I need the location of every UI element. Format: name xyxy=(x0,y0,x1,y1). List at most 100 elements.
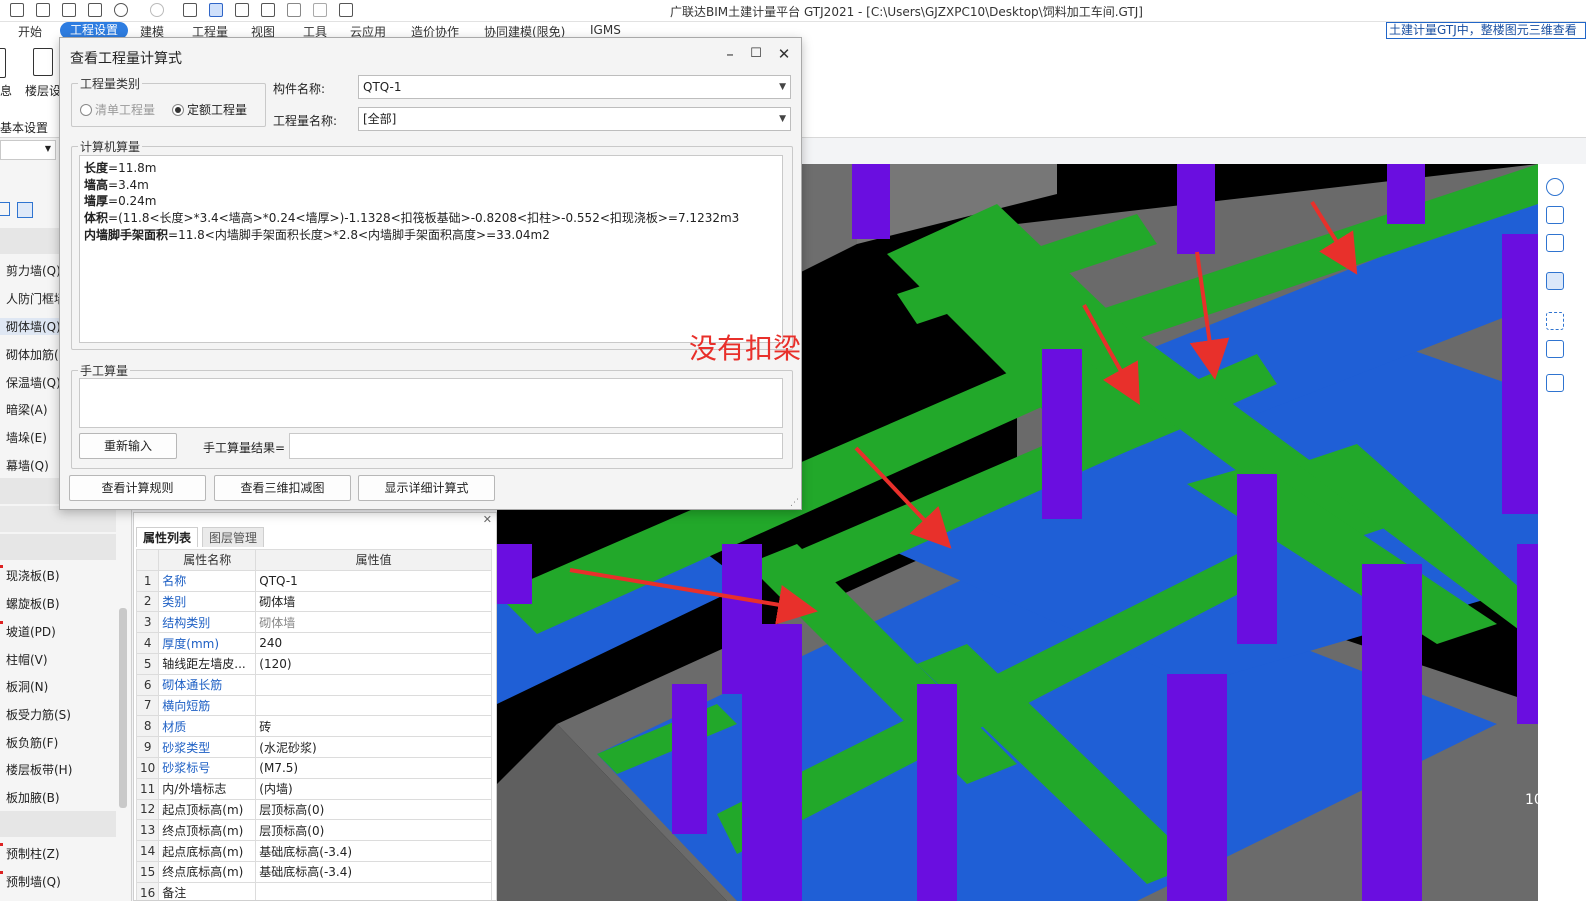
resize-grip-icon[interactable]: ⋰ xyxy=(790,498,799,508)
table-row[interactable]: 14 起点底标高(m) 基础底标高(-3.4) xyxy=(135,840,492,862)
close-icon[interactable]: ✕ xyxy=(774,44,794,64)
2d-view-icon[interactable] xyxy=(1546,206,1564,224)
property-value[interactable]: 基础底标高(-3.4) xyxy=(255,840,492,862)
table-row[interactable]: 16 备注 xyxy=(135,881,492,900)
open-folder-icon[interactable] xyxy=(62,3,76,17)
computed-formula-box[interactable]: 长度=11.8m 墙高=3.4m 墙厚=0.24m 体积=(11.8<长度>*3.4<… xyxy=(79,155,783,343)
property-value[interactable]: 砌体墙 xyxy=(255,590,492,613)
tree-item[interactable]: 砌体加筋( xyxy=(6,346,59,363)
pen-icon[interactable] xyxy=(287,3,301,17)
property-value[interactable]: QTQ-1 xyxy=(255,569,492,592)
radio-quota-quantity[interactable]: 定额工程量 xyxy=(172,101,247,118)
tree-item[interactable]: 剪力墙(Q) xyxy=(6,262,61,279)
tree-item[interactable]: 预制柱(Z) xyxy=(6,845,60,862)
ribbon-label-info[interactable]: 息 xyxy=(0,82,12,99)
close-icon[interactable]: ✕ xyxy=(483,513,492,526)
dynamic-observe-icon[interactable] xyxy=(1546,178,1564,196)
tree-filter-dropdown[interactable]: ▼ xyxy=(0,140,56,160)
property-value[interactable]: (M7.5) xyxy=(255,756,492,779)
table-row[interactable]: 2 类别 砌体墙 xyxy=(135,590,492,613)
maximize-icon[interactable]: ☐ xyxy=(746,44,766,64)
table-row[interactable]: 15 终点底标高(m) 基础底标高(-3.4) xyxy=(135,860,492,883)
table-row[interactable]: 12 起点顶标高(m) 层顶标高(0) xyxy=(135,798,492,821)
ribbon-icon-info[interactable] xyxy=(0,48,6,78)
tree-item[interactable]: 板洞(N) xyxy=(6,678,48,695)
undo-icon[interactable] xyxy=(114,3,128,17)
table-row[interactable]: 1 名称 QTQ-1 xyxy=(135,569,492,592)
table-row[interactable]: 13 终点顶标高(m) 层顶标高(0) xyxy=(135,819,492,842)
tree-item[interactable]: 墙垛(E) xyxy=(6,429,47,446)
property-value[interactable] xyxy=(255,881,492,900)
table-row[interactable]: 9 砂浆类型 (水泥砂浆) xyxy=(135,736,492,758)
table-row[interactable]: 5 轴线距左墙皮... (120) xyxy=(135,652,492,675)
manual-result-field[interactable] xyxy=(289,433,783,459)
table-row[interactable]: 10 砂浆标号 (M7.5) xyxy=(135,756,492,779)
property-value[interactable]: (水泥砂浆) xyxy=(255,736,492,758)
property-value[interactable]: 砌体墙 xyxy=(255,611,492,634)
menu-0[interactable]: 开始 xyxy=(18,23,42,40)
radio-list-quantity[interactable]: 清单工程量 xyxy=(80,101,155,118)
tree-item[interactable]: 人防门框墙 xyxy=(6,290,66,307)
tree-scrollbar[interactable] xyxy=(119,608,127,808)
table-row[interactable]: 7 横向短筋 xyxy=(135,694,492,717)
settings-list-icon[interactable] xyxy=(1546,374,1564,392)
tree-item[interactable]: 柱帽(V) xyxy=(6,651,48,668)
view-3d-deduction-button[interactable]: 查看三维扣减图 xyxy=(214,475,351,501)
table-row[interactable]: 6 砌体通长筋 xyxy=(135,673,492,696)
table-row[interactable]: 8 材质砖 xyxy=(135,715,492,738)
tree-item[interactable]: 保温墙(Q) xyxy=(6,374,61,391)
redo-icon[interactable] xyxy=(150,3,164,17)
3d-view-icon[interactable] xyxy=(1546,234,1564,252)
new-file-icon[interactable] xyxy=(36,3,50,17)
view-rules-button[interactable]: 查看计算规则 xyxy=(69,475,206,501)
tab-property-list[interactable]: 属性列表 xyxy=(136,527,199,547)
menu-9[interactable]: IGMS xyxy=(590,23,621,37)
property-value[interactable] xyxy=(255,694,492,717)
tree-item[interactable]: 坡道(PD) xyxy=(6,623,56,640)
copy-icon[interactable] xyxy=(339,3,353,17)
property-value[interactable]: 层顶标高(0) xyxy=(255,819,492,842)
tree-item[interactable]: 暗梁(A) xyxy=(6,401,48,418)
component-select[interactable]: QTQ-1 ▼ xyxy=(358,75,791,99)
tab-layer-management[interactable]: 图层管理 xyxy=(202,527,265,547)
calc-formula-icon[interactable] xyxy=(209,3,223,17)
table-row[interactable]: 11 内/外墙标志 (内墙) xyxy=(135,777,492,800)
view-cube-icon[interactable] xyxy=(1546,340,1564,358)
detail-view-icon[interactable] xyxy=(17,202,33,218)
property-value[interactable]: (内墙) xyxy=(255,777,492,800)
quantity-select[interactable]: [全部] ▼ xyxy=(358,107,791,131)
sum-icon[interactable] xyxy=(183,3,197,17)
ribbon-label-floor[interactable]: 楼层设 xyxy=(25,82,61,99)
radio-icon xyxy=(80,104,92,116)
ribbon-icon-floor[interactable] xyxy=(33,48,53,76)
manual-formula-input[interactable] xyxy=(79,378,783,428)
tree-item[interactable]: 现浇板(B) xyxy=(6,567,60,584)
minimize-icon[interactable]: – xyxy=(720,44,740,64)
hint-box[interactable]: 土建计量GTJ中，整楼图元三维查看 xyxy=(1386,22,1586,39)
property-value[interactable]: 层顶标高(0) xyxy=(255,798,492,821)
property-value[interactable]: 砖 xyxy=(255,715,492,738)
tree-item[interactable]: 螺旋板(B) xyxy=(6,595,60,612)
property-value[interactable]: 基础底标高(-3.4) xyxy=(255,860,492,883)
list-view-icon[interactable] xyxy=(0,202,10,216)
property-value[interactable] xyxy=(255,673,492,696)
display-mode-icon[interactable] xyxy=(1546,272,1564,290)
property-value[interactable]: 240 xyxy=(255,632,492,654)
table-row[interactable]: 3 结构类别 砌体墙 xyxy=(135,611,492,634)
property-value[interactable]: (120) xyxy=(255,652,492,675)
tree-item[interactable]: 楼层板带(H) xyxy=(6,761,72,778)
tree-item[interactable]: 预制墙(Q) xyxy=(6,873,61,890)
show-detail-formula-button[interactable]: 显示详细计算式 xyxy=(358,475,495,501)
grid-icon[interactable] xyxy=(235,3,249,17)
tree-item[interactable]: 幕墙(Q) xyxy=(6,457,49,474)
save-disk-icon[interactable] xyxy=(88,3,102,17)
tree-item[interactable]: 板负筋(F) xyxy=(6,734,58,751)
reinput-button[interactable]: 重新输入 xyxy=(79,433,177,459)
save-icon[interactable] xyxy=(10,3,24,17)
table-row[interactable]: 4 厚度(mm) 240 xyxy=(135,632,492,654)
tree-item[interactable]: 板加腋(B) xyxy=(6,789,60,806)
tree-item[interactable]: 板受力筋(S) xyxy=(6,706,71,723)
layout-icon[interactable] xyxy=(261,3,275,17)
fullscreen-icon[interactable] xyxy=(1546,312,1564,330)
column-icon[interactable] xyxy=(313,3,327,17)
